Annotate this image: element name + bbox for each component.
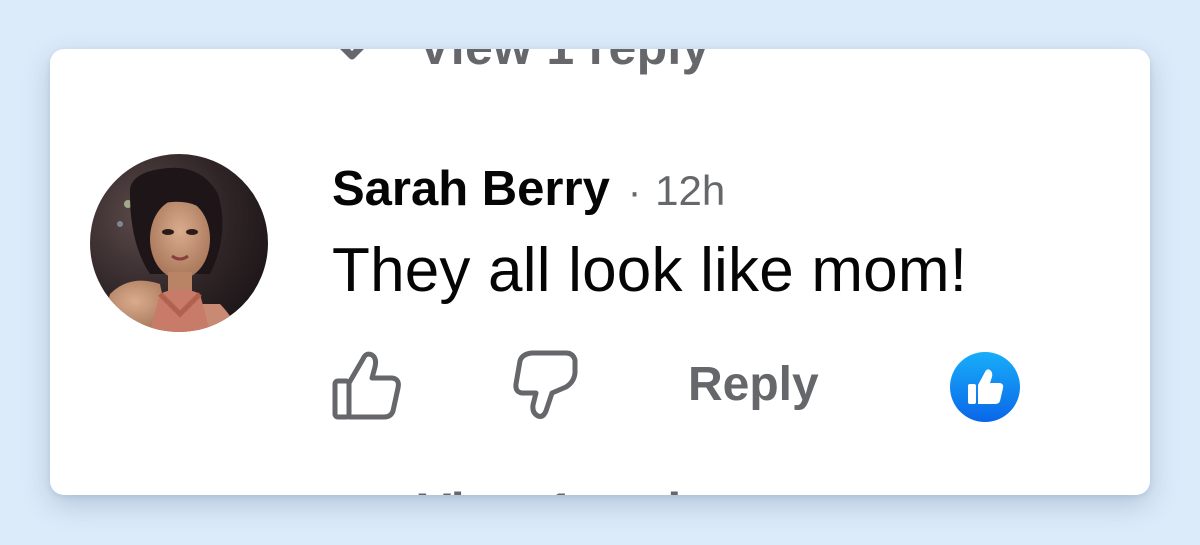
- view-replies-label: View 1 reply: [418, 482, 710, 495]
- comment-actions: Reply: [330, 347, 1030, 423]
- reaction-badge[interactable]: [949, 351, 1021, 423]
- like-button[interactable]: [330, 347, 404, 423]
- avatar[interactable]: [90, 154, 268, 332]
- dislike-button[interactable]: [512, 347, 580, 423]
- view-replies-top[interactable]: View 1 reply: [332, 49, 710, 79]
- timestamp[interactable]: 12h: [655, 167, 725, 215]
- thumbs-down-outline-icon: [513, 350, 578, 419]
- avatar-photo: [90, 154, 268, 332]
- author-name[interactable]: Sarah Berry: [332, 161, 610, 217]
- reply-button[interactable]: Reply: [688, 357, 819, 412]
- view-replies-label: View 1 reply: [418, 49, 710, 76]
- thumbs-up-outline-icon: [332, 351, 401, 420]
- comment-header: Sarah Berry · 12h: [332, 161, 725, 221]
- chevron-down-icon: [340, 49, 364, 60]
- like-reaction-badge-icon: [950, 352, 1020, 422]
- separator-dot: ·: [627, 170, 642, 214]
- comment-card: View 1 reply: [50, 49, 1150, 495]
- comment-text: They all look like mom!: [332, 236, 968, 305]
- view-replies-bottom[interactable]: View 1 reply: [332, 479, 710, 495]
